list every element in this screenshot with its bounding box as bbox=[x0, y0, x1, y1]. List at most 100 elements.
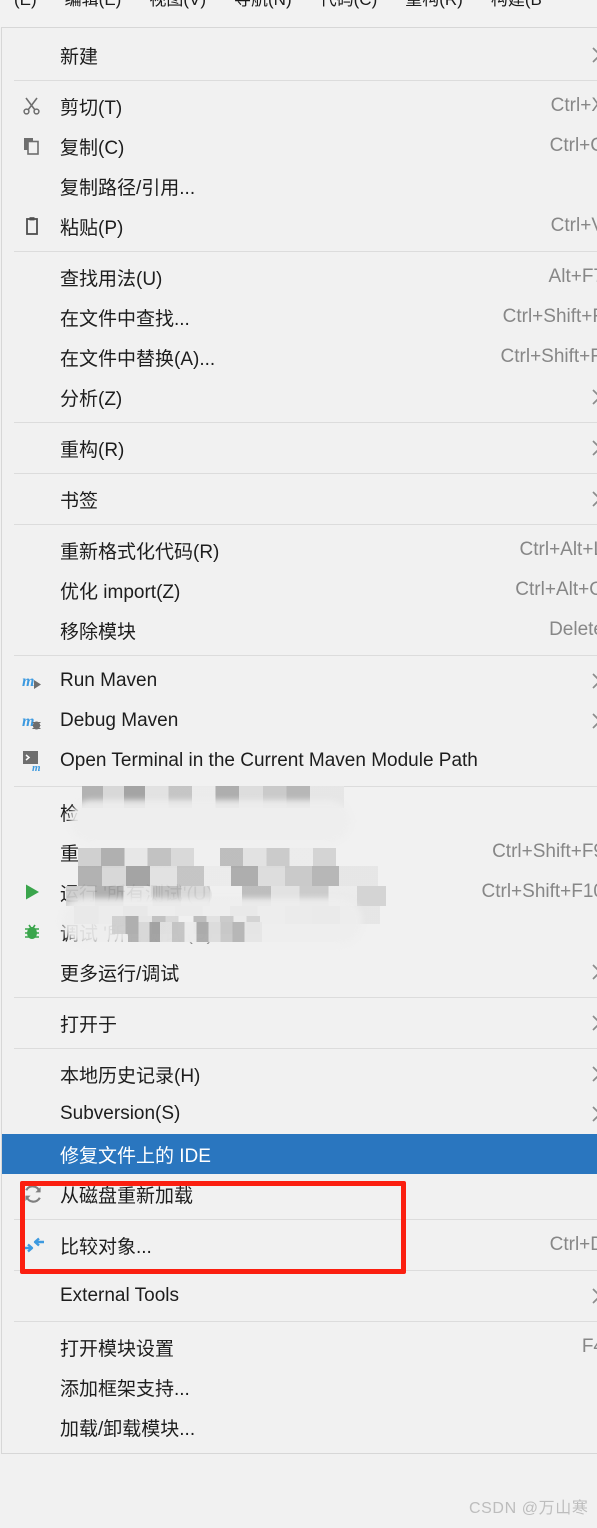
menu-item-debug-maven[interactable]: m Debug Maven bbox=[2, 701, 597, 741]
compare-icon bbox=[22, 1234, 52, 1256]
menu-item-label: 书签 bbox=[60, 490, 99, 512]
menu-item-label: 检 bbox=[60, 803, 80, 825]
menu-separator bbox=[14, 80, 597, 81]
chevron-right-icon bbox=[548, 1014, 597, 1032]
menu-item-accel: Ctrl+Shift+F9 bbox=[492, 841, 597, 862]
reload-icon bbox=[22, 1183, 52, 1205]
menu-item-run-all-tests[interactable]: 运行 '所有测试'(U) Ctrl+Shift+F10 bbox=[2, 872, 597, 912]
svg-text:m: m bbox=[22, 713, 34, 730]
no-icon-spacer bbox=[22, 386, 52, 408]
no-icon-spacer bbox=[22, 1285, 52, 1307]
menu-item-reload-from-disk[interactable]: 从磁盘重新加载 bbox=[2, 1174, 597, 1214]
menu-bar-item-navigate[interactable]: 导航(N) bbox=[220, 0, 306, 17]
menu-item-accel: Alt+F7 bbox=[548, 266, 597, 287]
no-icon-spacer bbox=[22, 619, 52, 641]
menu-item-local-history[interactable]: 本地历史记录(H) bbox=[2, 1054, 597, 1094]
context-menu: 新建 剪切(T) Ctrl+X bbox=[1, 27, 597, 1454]
run-icon bbox=[22, 881, 52, 903]
menu-item-repair-ide-on-file[interactable]: 修复文件上的 IDE bbox=[2, 1134, 597, 1174]
svg-text:m: m bbox=[32, 762, 41, 772]
menu-item-label: 修复文件上的 IDE bbox=[60, 1145, 211, 1167]
menu-item-label: 添加框架支持... bbox=[60, 1378, 190, 1400]
menu-item-bookmarks[interactable]: 书签 bbox=[2, 479, 597, 519]
menu-item-label: 本地历史记录(H) bbox=[60, 1065, 201, 1087]
no-icon-spacer bbox=[22, 306, 52, 328]
menu-item-add-framework-support[interactable]: 添加框架支持... bbox=[2, 1367, 597, 1407]
menu-item-external-tools[interactable]: External Tools bbox=[2, 1276, 597, 1316]
menu-item-redacted-inspect[interactable]: 检 bbox=[2, 792, 597, 832]
menu-item-label: Open Terminal in the Current Maven Modul… bbox=[60, 750, 478, 771]
screenshot-root: (E) 编辑(E) 视图(V) 导航(N) 代码(C) 重构(R) 构建(B 新… bbox=[0, 0, 597, 1528]
menu-item-label: 剪切(T) bbox=[60, 97, 123, 119]
menu-item-find-in-files[interactable]: 在文件中查找... Ctrl+Shift+F bbox=[2, 297, 597, 337]
chevron-right-icon bbox=[548, 1105, 597, 1123]
no-icon-spacer bbox=[22, 1063, 52, 1085]
menu-item-label: 重新格式化代码(R) bbox=[60, 541, 220, 563]
no-icon-spacer bbox=[22, 437, 52, 459]
menu-item-label: 粘贴(P) bbox=[60, 217, 124, 239]
menu-item-debug-all-tests[interactable]: 调试 '所有测试'(D) bbox=[2, 912, 597, 952]
menu-item-label: 优化 import(Z) bbox=[60, 581, 181, 603]
menu-item-find-usages[interactable]: 查找用法(U) Alt+F7 bbox=[2, 257, 597, 297]
no-icon-spacer bbox=[22, 175, 52, 197]
menu-item-label: 更多运行/调试 bbox=[60, 963, 180, 985]
menu-separator bbox=[14, 1048, 597, 1049]
menu-item-accel: Ctrl+X bbox=[550, 95, 597, 116]
menu-item-open-module-settings[interactable]: 打开模块设置 F4 bbox=[2, 1327, 597, 1367]
svg-text:m: m bbox=[22, 673, 34, 690]
menu-item-paste[interactable]: 粘贴(P) Ctrl+V bbox=[2, 206, 597, 246]
menu-item-subversion[interactable]: Subversion(S) bbox=[2, 1094, 597, 1134]
menu-item-label: 复制(C) bbox=[60, 137, 125, 159]
menu-item-label: 加载/卸载模块... bbox=[60, 1418, 196, 1440]
menu-item-open-terminal-maven-module[interactable]: m Open Terminal in the Current Maven Mod… bbox=[2, 741, 597, 781]
chevron-right-icon bbox=[548, 439, 597, 457]
chevron-right-icon bbox=[548, 1065, 597, 1083]
menu-item-label: 复制路径/引用... bbox=[60, 177, 196, 199]
no-icon-spacer bbox=[22, 1376, 52, 1398]
chevron-right-icon bbox=[548, 1287, 597, 1305]
menu-item-accel: Ctrl+C bbox=[549, 135, 597, 156]
menu-item-accel: Ctrl+V bbox=[550, 215, 597, 236]
menu-bar-item-build[interactable]: 构建(B bbox=[477, 0, 556, 17]
menu-item-optimize-imports[interactable]: 优化 import(Z) Ctrl+Alt+O bbox=[2, 570, 597, 610]
menu-item-reformat-code[interactable]: 重新格式化代码(R) Ctrl+Alt+L bbox=[2, 530, 597, 570]
menu-item-copy-path[interactable]: 复制路径/引用... bbox=[2, 166, 597, 206]
menu-bar-item-edit[interactable]: 编辑(E) bbox=[51, 0, 136, 17]
menu-separator bbox=[14, 251, 597, 252]
menu-bar-item-view[interactable]: 视图(V) bbox=[135, 0, 220, 17]
menu-bar-item-refactor[interactable]: 重构(R) bbox=[391, 0, 477, 17]
no-icon-spacer bbox=[22, 488, 52, 510]
menu-item-label: Run Maven bbox=[60, 670, 158, 691]
menu-item-more-run-debug[interactable]: 更多运行/调试 bbox=[2, 952, 597, 992]
menu-item-copy[interactable]: 复制(C) Ctrl+C bbox=[2, 126, 597, 166]
menu-bar-item-0[interactable]: (E) bbox=[0, 0, 51, 17]
menu-item-label: 在文件中查找... bbox=[60, 308, 190, 330]
chevron-right-icon bbox=[548, 46, 597, 64]
menu-item-open-in[interactable]: 打开于 bbox=[2, 1003, 597, 1043]
menu-item-label: 比较对象... bbox=[60, 1236, 152, 1258]
menu-item-label: 新建 bbox=[60, 46, 99, 68]
menu-item-accel: Delete bbox=[549, 619, 597, 640]
no-icon-spacer bbox=[22, 44, 52, 66]
menu-item-refactor[interactable]: 重构(R) bbox=[2, 428, 597, 468]
menu-item-accel: Ctrl+Shift+R bbox=[500, 346, 597, 367]
menu-separator bbox=[14, 786, 597, 787]
no-icon-spacer bbox=[22, 1416, 52, 1438]
menu-separator bbox=[14, 997, 597, 998]
menu-bar-item-code[interactable]: 代码(C) bbox=[306, 0, 392, 17]
menu-separator bbox=[14, 524, 597, 525]
menu-item-new[interactable]: 新建 bbox=[2, 35, 597, 75]
menu-item-compare-with[interactable]: 比较对象... Ctrl+D bbox=[2, 1225, 597, 1265]
maven-run-icon: m bbox=[22, 670, 52, 692]
menu-item-label: 从磁盘重新加载 bbox=[60, 1185, 194, 1207]
menu-item-label: 重 bbox=[60, 843, 80, 865]
menu-item-run-maven[interactable]: m Run Maven bbox=[2, 661, 597, 701]
menu-item-redacted-rebuild[interactable]: 重 Ctrl+Shift+F9 bbox=[2, 832, 597, 872]
menu-item-load-unload-modules[interactable]: 加载/卸载模块... bbox=[2, 1407, 597, 1447]
menu-item-accel: Ctrl+Alt+O bbox=[515, 579, 597, 600]
menu-item-replace-in-files[interactable]: 在文件中替换(A)... Ctrl+Shift+R bbox=[2, 337, 597, 377]
menu-item-analyze[interactable]: 分析(Z) bbox=[2, 377, 597, 417]
chevron-right-icon bbox=[548, 490, 597, 508]
menu-item-cut[interactable]: 剪切(T) Ctrl+X bbox=[2, 86, 597, 126]
menu-item-remove-module[interactable]: 移除模块 Delete bbox=[2, 610, 597, 650]
